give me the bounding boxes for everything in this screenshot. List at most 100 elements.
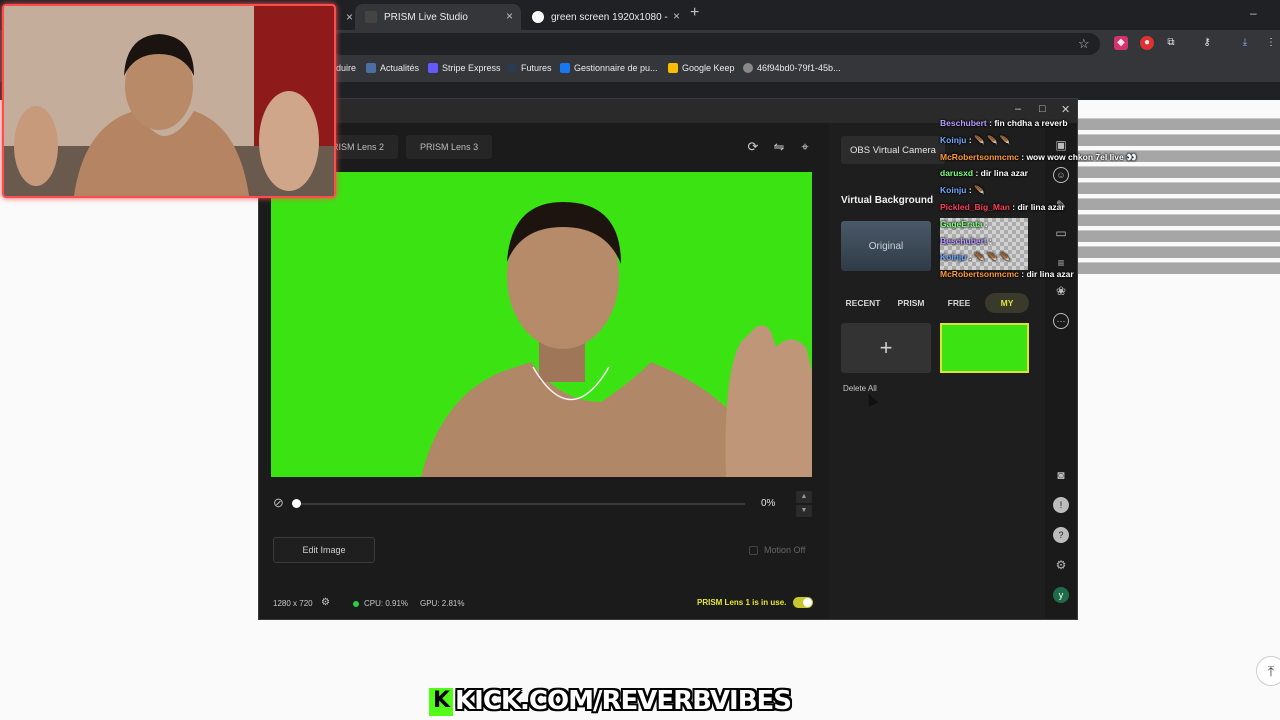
original-background-tile[interactable]: Original [841,221,931,271]
meta-icon [560,63,570,73]
tab-my[interactable]: MY [985,293,1029,313]
edit-image-button[interactable]: Edit Image [273,537,375,563]
lens-enabled-toggle[interactable] [793,597,813,608]
new-tab-icon[interactable]: + [690,4,699,22]
chat-username: Beschubert [940,118,987,128]
tab-recent[interactable]: RECENT [841,293,885,313]
tab-prism-lens-3[interactable]: PRISM Lens 3 [406,135,493,159]
window-minimize-icon[interactable]: – [1250,6,1257,20]
chat-message: Beschubert : fin chdha a reverb [940,118,1068,128]
bookmark-item[interactable]: Futures [507,63,552,73]
chat-message: McRobertsonmcmc : dir lina azar [940,269,1074,279]
timeline-disabled-icon[interactable]: ⊘ [273,495,289,511]
chat-message: darusxd : dir lina azar [940,168,1028,178]
extension-icon[interactable]: ● [1140,36,1154,50]
smile-icon[interactable]: ☺ [1053,167,1069,183]
chevron-down-icon[interactable]: ▼ [796,505,812,517]
bookmark-item[interactable]: Gestionnaire de pu... [560,63,658,73]
green-background-tile[interactable] [940,323,1029,373]
keep-icon [668,63,678,73]
bookmark-item[interactable]: Google Keep [668,63,735,73]
download-icon[interactable]: ⤓ [1238,36,1252,50]
background-row [1076,214,1280,226]
webcam-overlay [2,4,336,198]
extension-icon[interactable]: ◆ [1114,36,1128,50]
bookmark-label: Stripe Express [442,63,501,73]
progress-percent: 0% [761,498,776,509]
bookmark-label: duire [336,63,357,73]
bookmark-star-icon[interactable]: ☆ [1078,36,1090,52]
channel-watermark: KICK.COM/REVERBVIBES [455,686,792,716]
background-row [1076,230,1280,242]
minimize-icon[interactable]: – [1015,103,1021,115]
chat-message: Koinju : 🪶 🪶 🪶 [940,135,1010,146]
globe-icon [743,63,753,73]
chat-username: Koinju [940,252,967,262]
background-row [1076,118,1280,130]
chat-text: : 🪶 [966,185,985,195]
alert-icon[interactable]: ! [1053,497,1069,513]
bookmark-item[interactable]: Actualités [366,63,419,73]
chevron-up-icon[interactable]: ▲ [796,491,812,503]
news-icon [366,63,376,73]
tab-close-icon[interactable]: × [336,4,356,30]
more-icon[interactable]: ⋯ [1053,313,1069,329]
account-avatar[interactable]: y [1053,587,1069,603]
bookmark-label: Gestionnaire de pu... [574,63,658,73]
help-icon[interactable]: ? [1053,527,1069,543]
tab-label: PRISM Live Studio [384,11,468,23]
obs-virtual-camera-button[interactable]: OBS Virtual Camera [841,136,945,164]
bookmark-item[interactable]: 46f94bd0-79f1-45b... [743,63,841,73]
chat-username: Koinju [940,185,967,195]
section-title: Virtual Background [841,195,934,206]
checkbox[interactable] [749,545,758,555]
settings-gear-icon[interactable]: ⚙ [321,597,330,608]
chat-text: : [982,219,988,229]
chat-text: : [986,236,992,246]
stripe-icon [428,63,438,73]
status-dot [353,601,359,607]
clipboard-icon[interactable]: ▭ [1053,225,1069,241]
settings-gear-icon[interactable]: ⚙ [1053,557,1069,573]
extensions-puzzle-icon[interactable]: ⧉ [1164,36,1178,50]
fit-icon[interactable]: ⌖ [797,139,813,155]
tab-prism[interactable]: PRISM [889,293,933,313]
close-icon[interactable]: × [673,9,680,23]
bookmark-label: Actualités [380,63,420,73]
tab-prism-live-studio[interactable]: PRISM Live Studio × [355,4,521,30]
chat-username: Beschubert [940,236,987,246]
chat-username: Pickled_Big_Man [940,202,1010,212]
slider-thumb[interactable] [292,499,301,508]
close-icon[interactable]: × [506,9,513,23]
profile-icon[interactable]: ▣ [1053,137,1069,153]
close-icon[interactable]: ✕ [1061,103,1070,116]
password-key-icon[interactable]: ⚷ [1200,36,1214,50]
chat-username: McRobertsonmcmc [940,269,1019,279]
tab-green-screen-search[interactable]: green screen 1920x1080 - Rech × [522,4,688,30]
effects-icon[interactable]: ❀ [1053,283,1069,299]
bookmark-item[interactable]: duire [336,63,356,73]
menu-icon[interactable]: ⋮ [1264,36,1278,50]
futures-icon [507,63,517,73]
kick-logo-letter: K [433,688,451,713]
bookmark-item[interactable]: Stripe Express [428,63,501,73]
chat-text: : dir lina azar [973,168,1028,178]
scroll-to-top-button[interactable]: ⤒ [1256,656,1280,686]
discord-icon[interactable]: ◙ [1053,467,1069,483]
chat-message: GageErata : [940,219,988,229]
motion-off-toggle[interactable]: Motion Off [749,545,805,555]
rotate-icon[interactable]: ⟳ [745,139,761,155]
tab-free[interactable]: FREE [937,293,981,313]
add-background-button[interactable]: + [841,323,931,373]
google-favicon-icon [532,11,544,23]
flip-icon[interactable]: ⇋ [771,139,787,155]
timeline-slider[interactable] [295,503,745,505]
percent-stepper[interactable]: ▲ ▼ [796,491,812,517]
background-row [1076,198,1280,210]
maximize-icon[interactable]: □ [1039,103,1046,115]
bookmark-label: Google Keep [682,63,735,73]
background-row [1076,182,1280,194]
address-input[interactable] [330,33,1100,55]
background-panel: OBS Virtual Camera Virtual Background Or… [829,123,1045,619]
person-silhouette [271,172,812,477]
